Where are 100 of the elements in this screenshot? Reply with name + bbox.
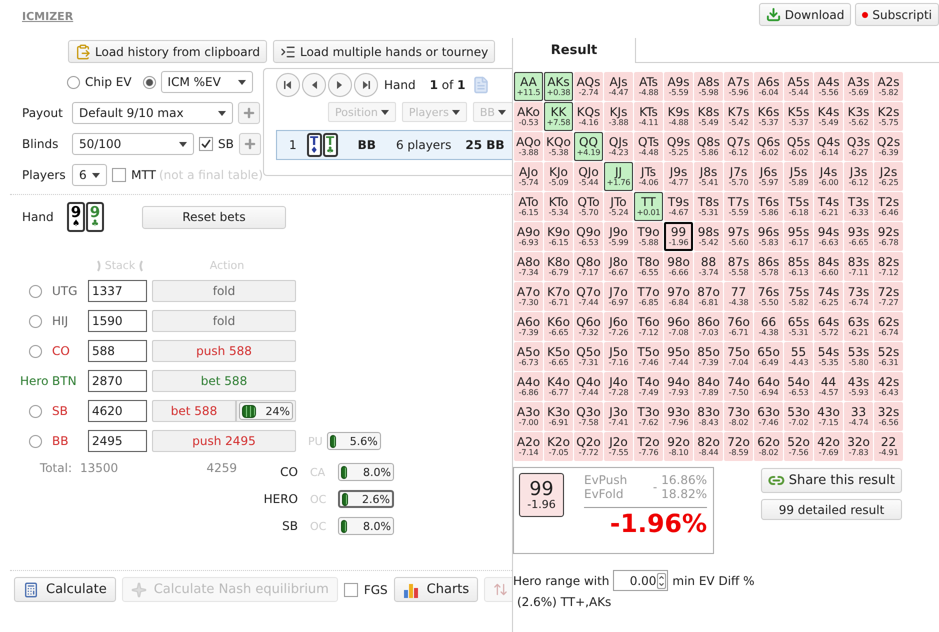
hand-cell[interactable]: ATo -6.15 bbox=[514, 192, 543, 221]
hand-cell[interactable]: J7s -5.70 bbox=[724, 162, 753, 191]
hand-cell[interactable]: A7o -7.30 bbox=[514, 282, 543, 311]
reset-button[interactable]: Reset bets bbox=[142, 206, 286, 228]
hand-cell[interactable]: 73o -8.02 bbox=[724, 402, 753, 431]
hand-cell[interactable]: AQs -2.74 bbox=[574, 72, 603, 101]
hand-cell[interactable]: K8o -6.79 bbox=[544, 252, 573, 281]
document-icon[interactable] bbox=[472, 76, 490, 94]
hand-cell[interactable]: 66 -4.38 bbox=[754, 312, 783, 341]
hand-cell[interactable]: 93o -7.96 bbox=[664, 402, 693, 431]
hand-cell[interactable]: T8s -5.31 bbox=[694, 192, 723, 221]
action-button[interactable]: bet 588 bbox=[153, 371, 295, 391]
hand-cell[interactable]: 94o -7.93 bbox=[664, 372, 693, 401]
hand-cell[interactable]: 74s -6.25 bbox=[814, 282, 843, 311]
hand-cell[interactable]: T9o -5.88 bbox=[634, 222, 663, 251]
hand-cell[interactable]: Q6s -6.02 bbox=[754, 132, 783, 161]
hand-cell[interactable]: A5s -5.44 bbox=[784, 72, 813, 101]
hand-cell[interactable]: J6s -5.97 bbox=[754, 162, 783, 191]
tab[interactable]: Result bbox=[513, 38, 636, 63]
hand-cell[interactable]: J3o -7.41 bbox=[604, 402, 633, 431]
radio-button[interactable] bbox=[29, 284, 42, 298]
hand-cell[interactable]: A9s -5.59 bbox=[664, 72, 693, 101]
detail-button[interactable]: 99 detailed result bbox=[761, 499, 902, 520]
action-button[interactable]: push 2495 bbox=[153, 431, 295, 451]
hand-cell[interactable]: 64o -6.94 bbox=[754, 372, 783, 401]
ev-diff-field[interactable]: 0.00 bbox=[613, 570, 668, 591]
hand-cell[interactable]: 62s -6.74 bbox=[874, 312, 903, 341]
hand-cell[interactable]: Q4o -7.44 bbox=[574, 372, 603, 401]
hand-cell[interactable]: KK +7.58 bbox=[544, 102, 573, 131]
checkbox[interactable] bbox=[344, 582, 358, 596]
hand-cell[interactable]: JTs -4.06 bbox=[634, 162, 663, 191]
hand-cell[interactable]: K7o -6.71 bbox=[544, 282, 573, 311]
brand-link[interactable]: ICMIZER bbox=[22, 10, 74, 23]
hand-cell[interactable]: Q7o -7.44 bbox=[574, 282, 603, 311]
hand-cell[interactable]: Q5o -7.31 bbox=[574, 342, 603, 371]
range-meter[interactable]: 2.6% bbox=[338, 490, 394, 508]
hand-cell[interactable]: J8o -6.67 bbox=[604, 252, 633, 281]
hand-cell[interactable]: 43o -7.15 bbox=[814, 402, 843, 431]
hand-cell[interactable]: 22 -4.91 bbox=[874, 432, 903, 461]
hand-cell[interactable]: Q2o -7.72 bbox=[574, 432, 603, 461]
hand-cell[interactable]: Q9s -5.25 bbox=[664, 132, 693, 161]
load-button[interactable]: Load multiple hands or tourney bbox=[272, 40, 496, 63]
hand-cell[interactable]: 65o -6.49 bbox=[754, 342, 783, 371]
hand-cell[interactable]: AKo -0.53 bbox=[514, 102, 543, 131]
hand-cell[interactable]: J4s -6.00 bbox=[814, 162, 843, 191]
hand-cell[interactable]: K9s -4.88 bbox=[664, 102, 693, 131]
hand-cell[interactable]: 62o -8.02 bbox=[754, 432, 783, 461]
action-button[interactable]: Calculate bbox=[14, 577, 116, 602]
hand-cell[interactable]: 83o -8.43 bbox=[694, 402, 723, 431]
hand-cell[interactable]: Q3o -7.58 bbox=[574, 402, 603, 431]
hand-cell[interactable]: AKs +0.38 bbox=[544, 72, 573, 101]
hand-cell[interactable]: K5s -5.37 bbox=[784, 102, 813, 131]
hand-cell[interactable]: 76s -5.50 bbox=[754, 282, 783, 311]
hand-cell[interactable]: T4o -7.49 bbox=[634, 372, 663, 401]
hand-cell[interactable]: J9o -5.99 bbox=[604, 222, 633, 251]
hand-cell[interactable]: K6o -6.65 bbox=[544, 312, 573, 341]
spinner-icon[interactable] bbox=[657, 572, 666, 588]
hand-cell[interactable]: ATs -4.88 bbox=[634, 72, 663, 101]
hand-cell[interactable]: J3s -6.12 bbox=[844, 162, 873, 191]
hand-cell[interactable]: Q3s -6.27 bbox=[844, 132, 873, 161]
hand-cell[interactable]: 97o -6.84 bbox=[664, 282, 693, 311]
hand-cell[interactable]: 92o -8.10 bbox=[664, 432, 693, 461]
hand-cell[interactable]: K6s -5.37 bbox=[754, 102, 783, 131]
hand-cell[interactable]: T9s -4.67 bbox=[664, 192, 693, 221]
hand-cell[interactable]: A4o -6.86 bbox=[514, 372, 543, 401]
hand-cell[interactable]: 76o -6.71 bbox=[724, 312, 753, 341]
hand-cell[interactable]: 94s -6.63 bbox=[814, 222, 843, 251]
hand-cell[interactable]: A8s -5.98 bbox=[694, 72, 723, 101]
hand-cell[interactable]: AJs -4.47 bbox=[604, 72, 633, 101]
radio-button[interactable] bbox=[29, 314, 42, 328]
hand-cell[interactable]: 95s -6.17 bbox=[784, 222, 813, 251]
hand-cell[interactable]: 52o -7.56 bbox=[784, 432, 813, 461]
radio-button[interactable] bbox=[29, 344, 42, 358]
hand-cell[interactable]: K2s -5.75 bbox=[874, 102, 903, 131]
hand-cell[interactable]: KQs -4.16 bbox=[574, 102, 603, 131]
hand-cell[interactable]: 98o -6.66 bbox=[664, 252, 693, 281]
hand-cell[interactable]: 74o -7.50 bbox=[724, 372, 753, 401]
hand-cell[interactable]: T2s -6.46 bbox=[874, 192, 903, 221]
hand-cell[interactable]: 54s -5.35 bbox=[814, 342, 843, 371]
hand-cell[interactable]: 92s -6.78 bbox=[874, 222, 903, 251]
hand-cell[interactable]: 65s -5.31 bbox=[784, 312, 813, 341]
stack-input[interactable]: 2870 bbox=[88, 370, 147, 392]
hand-cell[interactable]: 43s -5.93 bbox=[844, 372, 873, 401]
hand-cell[interactable]: T7s -5.59 bbox=[724, 192, 753, 221]
hand-cell[interactable]: A5o -6.73 bbox=[514, 342, 543, 371]
radio-button[interactable] bbox=[67, 76, 80, 88]
hand-cell[interactable]: JTo -5.24 bbox=[604, 192, 633, 221]
hand-cell[interactable]: 93s -6.65 bbox=[844, 222, 873, 251]
hand-cell[interactable]: 83s -7.11 bbox=[844, 252, 873, 281]
subscription-button[interactable]: Subscripti bbox=[855, 3, 939, 26]
hand-cell[interactable]: T3o -7.62 bbox=[634, 402, 663, 431]
action-button[interactable]: fold bbox=[153, 281, 295, 301]
range-meter[interactable]: 5.6% bbox=[326, 432, 381, 450]
hand-cell[interactable]: 55 -4.43 bbox=[784, 342, 813, 371]
hand-cell[interactable]: 82s -7.12 bbox=[874, 252, 903, 281]
hand-cell[interactable]: Q9o -6.53 bbox=[574, 222, 603, 251]
hand-cell[interactable]: 63o -7.46 bbox=[754, 402, 783, 431]
stack-input[interactable]: 1337 bbox=[88, 280, 147, 302]
hand-cell[interactable]: 53o -7.02 bbox=[784, 402, 813, 431]
hand-cell[interactable]: T6s -5.86 bbox=[754, 192, 783, 221]
